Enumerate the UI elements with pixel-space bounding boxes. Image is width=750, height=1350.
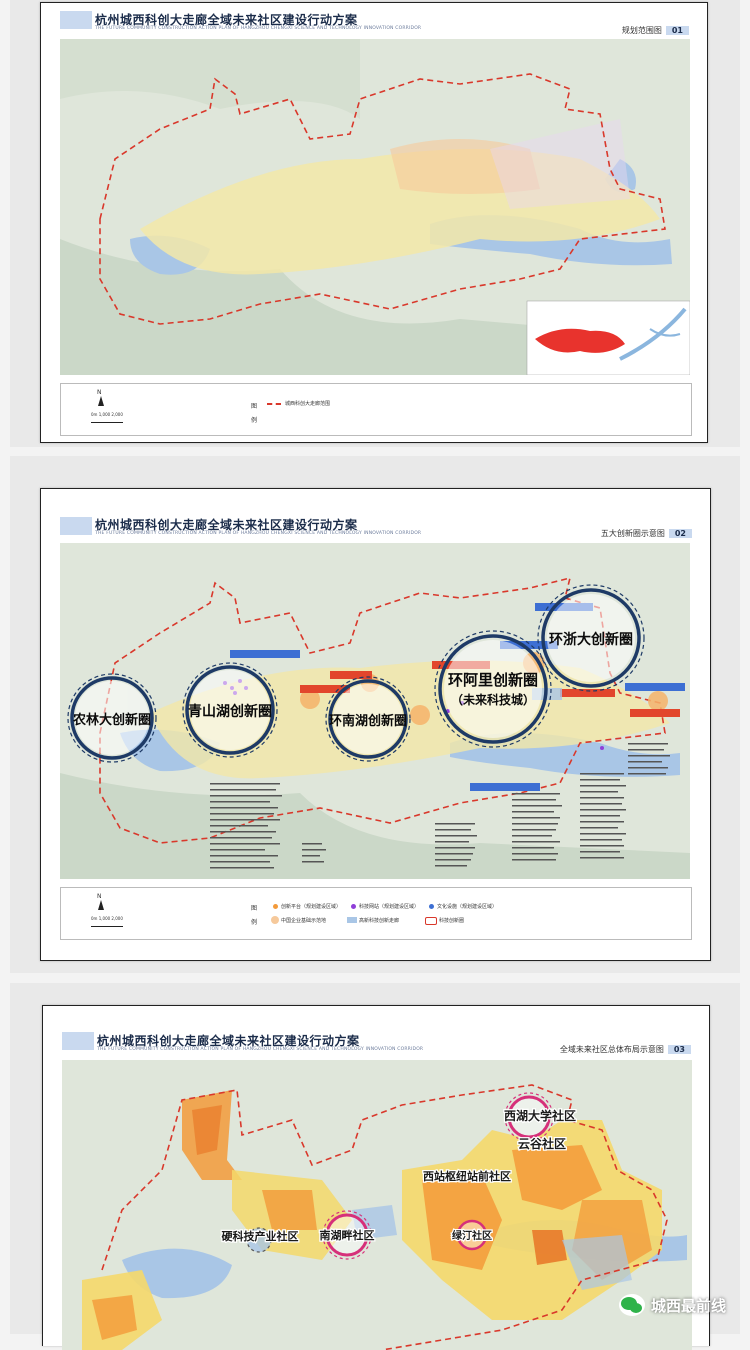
orange-dot-icon	[273, 904, 278, 909]
blue-area-icon	[347, 917, 357, 923]
watermark: 城西最前线	[618, 1294, 726, 1316]
sheet-label-text: 全域未来社区总体布局示意图	[559, 1045, 664, 1054]
blue-dot-icon	[429, 904, 434, 909]
map-innovation-circles[interactable]: 农林大创新圈 青山湖创新圈 环南湖创新圈 环阿里创新圈 （未来科技城） 环浙大创…	[60, 543, 690, 879]
sheet-label: 五大创新圈示意图 02	[601, 528, 692, 539]
legend-box: N 0m 1,000 2,000 图例 创新平台（规划建设区域） 科技网站（规划…	[60, 887, 692, 940]
scale-bar: 0m 1,000 2,000	[91, 412, 123, 417]
sheet-label-text: 规划范围图	[621, 26, 662, 35]
legend-item: 科技网站（规划建设区域）	[359, 904, 420, 910]
sheet-number: 01	[665, 26, 689, 35]
sheet-label: 全域未来社区总体布局示意图 03	[560, 1044, 691, 1055]
sheet-label: 规划范围图 01	[622, 25, 689, 36]
sheet-label-text: 五大创新圈示意图	[600, 529, 665, 538]
legend-item: 中国企业基础示范地	[281, 918, 327, 924]
legend-item: 文化设施（规划建设区域）	[437, 904, 498, 910]
north-arrow: N	[97, 389, 102, 396]
wechat-icon	[618, 1294, 645, 1316]
title-block	[62, 1032, 94, 1050]
community-label: 硬科技产业社区	[222, 1229, 299, 1243]
sheet-1: 杭州城西科创大走廊全域未来社区建设行动方案 THE FUTURE COMMUNI…	[40, 2, 708, 443]
map-future-communities[interactable]: 西湖大学社区 云谷社区 西站枢纽站前社区 硬科技产业社区 南湖畔社区 绿汀社区	[62, 1060, 692, 1350]
legend-item: 城西科创大走廊范围	[285, 401, 331, 407]
scale-bar: 0m 1,000 2,000	[91, 916, 123, 921]
north-arrow-icon	[98, 900, 104, 910]
circle-label-nanhu: 环南湖创新圈	[329, 713, 407, 729]
doc-subtitle: THE FUTURE COMMUNITY CONSTRUCTION ACTION…	[95, 531, 422, 536]
legend-title: 图例	[251, 905, 258, 926]
north-arrow-icon	[98, 396, 104, 406]
circle-label-qingshanhu: 青山湖创新圈	[188, 703, 272, 720]
sheet-2: 杭州城西科创大走廊全域未来社区建设行动方案 THE FUTURE COMMUNI…	[40, 488, 711, 961]
community-label: 西湖大学社区	[504, 1108, 576, 1123]
legend-item: 创新平台（规划建设区域）	[281, 904, 342, 910]
circle-label-zju: 环浙大创新圈	[549, 631, 633, 648]
circle-label-nonglin: 农林大创新圈	[72, 712, 151, 728]
legend-item: 科技创新圈	[439, 918, 465, 924]
orange-halo-icon	[271, 916, 279, 924]
doc-subtitle: THE FUTURE COMMUNITY CONSTRUCTION ACTION…	[97, 1047, 424, 1052]
legend-title: 图例	[251, 403, 258, 424]
community-label: 南湖畔社区	[320, 1228, 375, 1242]
legend-item: 高新科技创新走廊	[359, 918, 400, 924]
legend-box: N 0m 1,000 2,000 图例 城西科创大走廊范围	[60, 383, 692, 436]
north-arrow: N	[97, 893, 102, 900]
doc-subtitle: THE FUTURE COMMUNITY CONSTRUCTION ACTION…	[95, 26, 422, 31]
sheet-number: 03	[667, 1045, 691, 1054]
boundary-legend-icon	[267, 403, 281, 405]
circle-label-alibaba-sub: （未来科技城）	[451, 692, 535, 707]
sheet-number: 02	[668, 529, 692, 538]
circle-label-alibaba: 环阿里创新圈	[448, 671, 538, 689]
community-label: 西站枢纽站前社区	[423, 1169, 511, 1183]
purple-dot-icon	[351, 904, 356, 909]
circle-outline-icon	[425, 917, 437, 925]
map-planning-area[interactable]	[60, 39, 690, 375]
title-block	[60, 11, 92, 29]
scale-line	[91, 924, 123, 927]
scale-line	[91, 420, 123, 423]
watermark-text: 城西最前线	[650, 1296, 726, 1315]
community-label: 云谷社区	[518, 1136, 566, 1151]
sheet-3: 杭州城西科创大走廊全域未来社区建设行动方案 THE FUTURE COMMUNI…	[42, 1005, 710, 1350]
title-block	[60, 517, 92, 535]
community-label: 绿汀社区	[452, 1229, 492, 1242]
